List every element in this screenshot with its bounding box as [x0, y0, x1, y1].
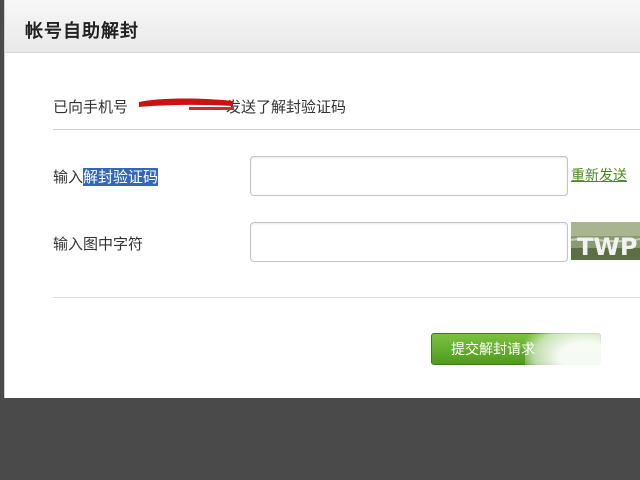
- captcha-label: 输入图中字符: [53, 235, 144, 253]
- divider-top: [53, 129, 640, 130]
- resend-link[interactable]: 重新发送: [571, 165, 627, 185]
- code-label: 输入解封验证码: [53, 166, 159, 187]
- unblock-code-input[interactable]: [250, 156, 568, 196]
- info-prefix: 已向手机号: [53, 98, 129, 116]
- code-label-prefix: 输入: [53, 168, 84, 186]
- info-suffix: 发送了解封验证码: [226, 98, 347, 116]
- page-background-band: [0, 398, 640, 480]
- unblock-dialog: 帐号自助解封 已向手机号 发送了解封验证码 输入解封验证码 重新发送 输入图中字符…: [4, 0, 640, 398]
- dialog-title: 帐号自助解封: [25, 21, 139, 42]
- code-label-highlight: 解封验证码: [83, 168, 159, 186]
- redacted-phone-mark: [139, 98, 234, 110]
- dialog-header: 帐号自助解封: [5, 0, 640, 53]
- captcha-image[interactable]: TWP: [571, 222, 640, 260]
- captcha-input[interactable]: [250, 222, 568, 262]
- captcha-text: TWP: [577, 233, 637, 260]
- watermark-glow: [525, 322, 640, 392]
- divider-bottom: [53, 297, 640, 298]
